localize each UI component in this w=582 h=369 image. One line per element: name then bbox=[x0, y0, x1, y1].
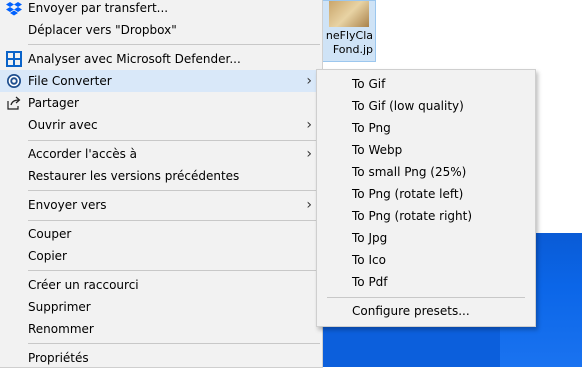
menu-item-defender[interactable]: Analyser avec Microsoft Defender... bbox=[0, 48, 322, 70]
menu-item-label: Analyser avec Microsoft Defender... bbox=[28, 52, 241, 66]
menu-item-file-converter[interactable]: File Converter › bbox=[0, 70, 322, 92]
menu-item-rename[interactable]: Renommer bbox=[0, 318, 322, 340]
menu-item-grant-access[interactable]: Accorder l'accès à › bbox=[0, 143, 322, 165]
chevron-right-icon: › bbox=[306, 146, 312, 162]
menu-separator bbox=[28, 220, 320, 221]
menu-item-label: File Converter bbox=[28, 74, 112, 88]
submenu-item-to-gif[interactable]: To Gif bbox=[317, 73, 535, 95]
context-menu: Envoyer par transfert... Déplacer vers "… bbox=[0, 0, 323, 368]
menu-item-label: Restaurer les versions précédentes bbox=[28, 169, 240, 183]
menu-separator bbox=[28, 190, 320, 191]
menu-item-delete[interactable]: Supprimer bbox=[0, 296, 322, 318]
submenu-item-label: To Pdf bbox=[352, 275, 388, 289]
submenu-item-to-png-rotate-left[interactable]: To Png (rotate left) bbox=[317, 183, 535, 205]
menu-separator bbox=[28, 140, 320, 141]
submenu-item-label: To Jpg bbox=[352, 231, 388, 245]
menu-item-create-shortcut[interactable]: Créer un raccourci bbox=[0, 274, 322, 296]
menu-item-label: Propriétés bbox=[28, 351, 89, 365]
submenu-item-label: Configure presets... bbox=[352, 304, 470, 318]
menu-item-restore-versions[interactable]: Restaurer les versions précédentes bbox=[0, 165, 322, 187]
dropbox-icon bbox=[6, 0, 22, 16]
chevron-right-icon: › bbox=[306, 117, 312, 133]
menu-item-label: Créer un raccourci bbox=[28, 278, 139, 292]
submenu-item-label: To Png (rotate left) bbox=[352, 187, 464, 201]
menu-item-move-dropbox[interactable]: Déplacer vers "Dropbox" bbox=[0, 19, 322, 41]
menu-item-label: Couper bbox=[28, 227, 72, 241]
submenu-item-label: To Ico bbox=[352, 253, 386, 267]
menu-item-copy[interactable]: Copier bbox=[0, 245, 322, 267]
menu-item-cut[interactable]: Couper bbox=[0, 223, 322, 245]
menu-item-properties[interactable]: Propriétés bbox=[0, 347, 322, 369]
chevron-right-icon: › bbox=[306, 197, 312, 213]
submenu-item-to-jpg[interactable]: To Jpg bbox=[317, 227, 535, 249]
selected-file-icon[interactable]: neFlyCla Fond.jp bbox=[322, 0, 376, 62]
menu-item-send-transfer[interactable]: Envoyer par transfert... bbox=[0, 0, 322, 19]
submenu-item-to-ico[interactable]: To Ico bbox=[317, 249, 535, 271]
submenu-item-label: To Png bbox=[352, 121, 391, 135]
file-converter-icon bbox=[6, 73, 22, 89]
share-icon bbox=[6, 95, 22, 111]
submenu-item-configure-presets[interactable]: Configure presets... bbox=[317, 300, 535, 322]
submenu-item-label: To Webp bbox=[352, 143, 403, 157]
menu-item-label: Partager bbox=[28, 96, 79, 110]
submenu-item-to-png[interactable]: To Png bbox=[317, 117, 535, 139]
image-thumbnail bbox=[329, 1, 369, 27]
menu-item-send-to[interactable]: Envoyer vers › bbox=[0, 194, 322, 216]
submenu-item-to-png-rotate-right[interactable]: To Png (rotate right) bbox=[317, 205, 535, 227]
submenu-separator bbox=[327, 297, 525, 298]
menu-item-label: Ouvrir avec bbox=[28, 118, 98, 132]
menu-item-label: Supprimer bbox=[28, 300, 91, 314]
submenu-item-to-gif-low[interactable]: To Gif (low quality) bbox=[317, 95, 535, 117]
submenu-item-label: To Gif bbox=[352, 77, 386, 91]
submenu-item-label: To Gif (low quality) bbox=[352, 99, 464, 113]
menu-separator bbox=[28, 270, 320, 271]
menu-item-label: Accorder l'accès à bbox=[28, 147, 137, 161]
file-converter-submenu: To Gif To Gif (low quality) To Png To We… bbox=[316, 69, 536, 327]
menu-item-label: Renommer bbox=[28, 322, 94, 336]
menu-item-label: Envoyer vers bbox=[28, 198, 107, 212]
chevron-right-icon: › bbox=[306, 73, 312, 89]
menu-item-label: Déplacer vers "Dropbox" bbox=[28, 23, 177, 37]
submenu-item-label: To Png (rotate right) bbox=[352, 209, 473, 223]
submenu-item-label: To small Png (25%) bbox=[352, 165, 467, 179]
menu-separator bbox=[28, 343, 320, 344]
menu-item-label: Envoyer par transfert... bbox=[28, 1, 169, 15]
menu-separator bbox=[28, 44, 320, 45]
submenu-item-to-webp[interactable]: To Webp bbox=[317, 139, 535, 161]
defender-shield-icon bbox=[6, 51, 22, 67]
menu-item-open-with[interactable]: Ouvrir avec › bbox=[0, 114, 322, 136]
submenu-item-to-small-png[interactable]: To small Png (25%) bbox=[317, 161, 535, 183]
submenu-item-to-pdf[interactable]: To Pdf bbox=[317, 271, 535, 293]
menu-item-share[interactable]: Partager bbox=[0, 92, 322, 114]
menu-item-label: Copier bbox=[28, 249, 67, 263]
